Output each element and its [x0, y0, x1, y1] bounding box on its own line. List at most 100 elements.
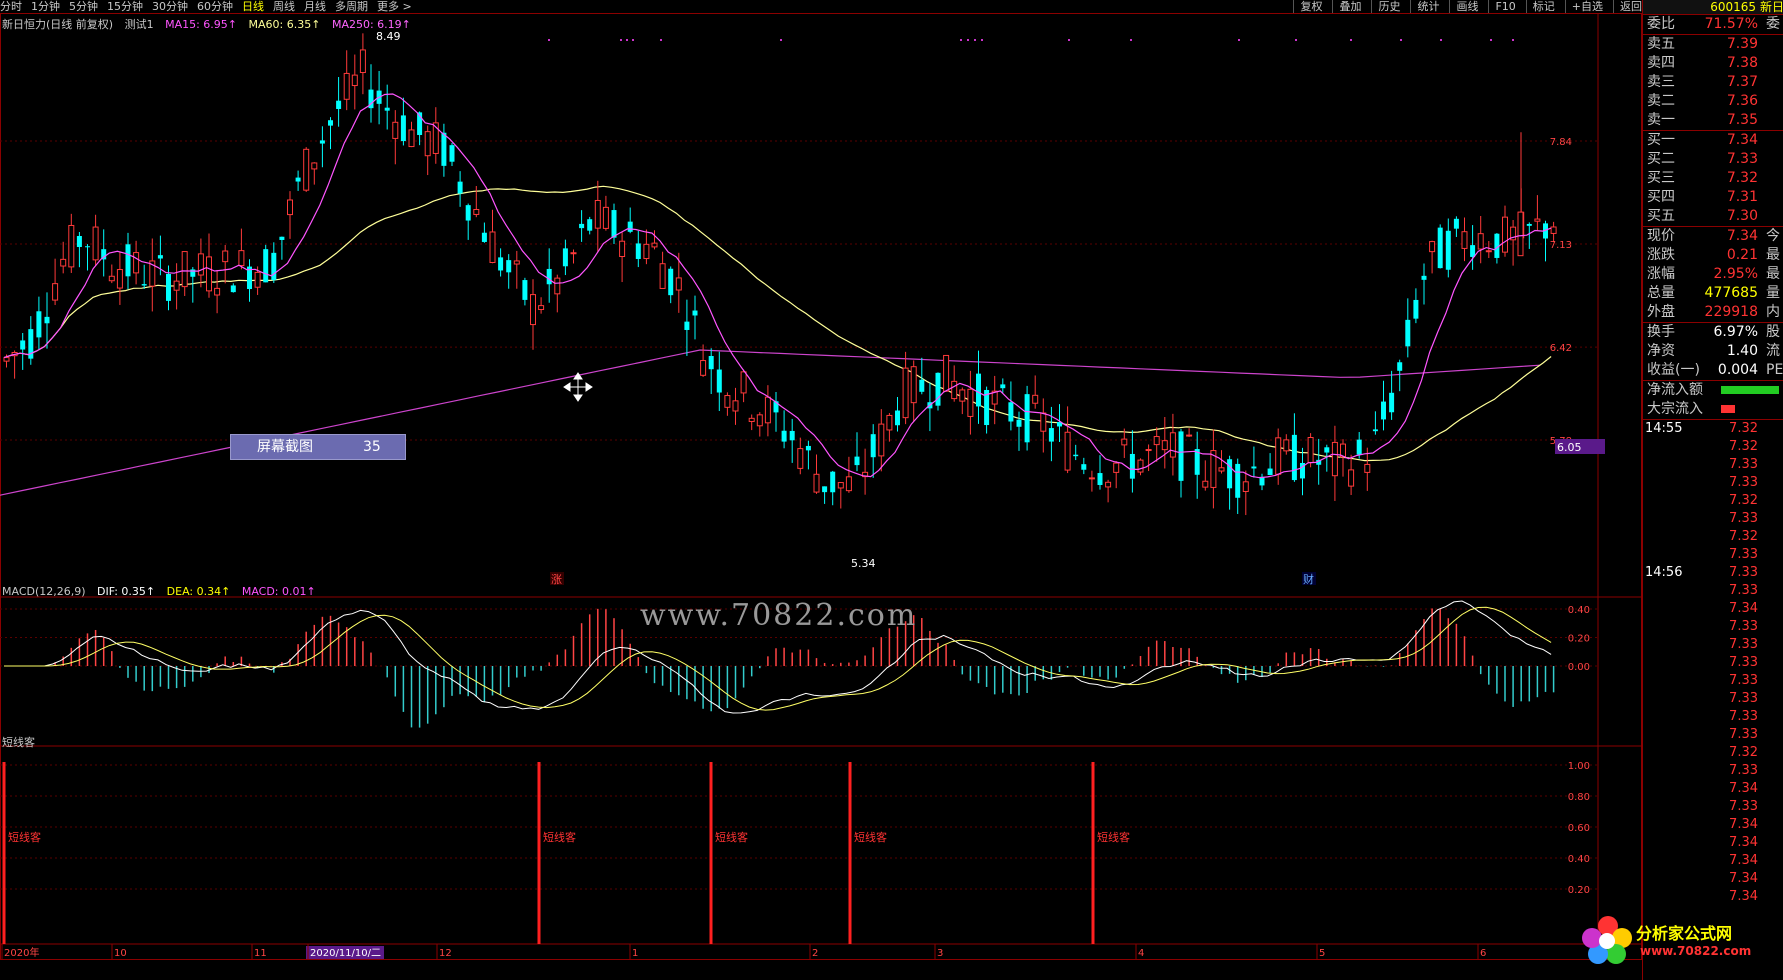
dif-value: DIF: 0.35↑	[97, 585, 156, 598]
ma60-line	[3, 185, 1552, 462]
stats-list: 换手 6.97% 股净资 1.40 流收益(一) 0.004 PE	[1643, 322, 1783, 380]
cai-marker: 财	[1303, 572, 1314, 586]
tick-row: 7.33	[1729, 709, 1758, 724]
stats-row: 净资 1.40 流	[1647, 343, 1780, 359]
toolbar-action-0[interactable]: 复权	[1293, 0, 1323, 13]
short-info-line: 短线客	[2, 734, 43, 750]
tick-row: 7.32	[1729, 439, 1758, 454]
period-tab-3[interactable]: 15分钟	[107, 0, 143, 13]
tick-row: 7.33	[1729, 763, 1758, 778]
macd-value: MACD: 0.01↑	[241, 585, 316, 598]
date-tick: 2020年	[4, 946, 39, 959]
short-axis: 1.00 0.80 0.60 0.40 0.20	[1568, 761, 1590, 896]
zhang-marker: 涨	[551, 573, 562, 586]
bids-row: 买二 7.33	[1647, 151, 1758, 167]
stock-name-fragment: 新日	[1760, 0, 1783, 14]
tick-row: 14:56 7.33	[1645, 565, 1758, 580]
block-inflow-bar	[1721, 405, 1735, 413]
macd-title[interactable]: MACD(12,26,9)	[2, 585, 86, 598]
asks-row: 卖四 7.38	[1647, 55, 1758, 71]
tick-row: 7.34	[1729, 835, 1758, 850]
price-tick: 7.84	[1550, 137, 1572, 148]
quote-row: 涨跌 0.21 最	[1647, 247, 1780, 263]
asks-row: 卖二 7.36	[1647, 93, 1758, 109]
net-inflow-row: 净流入额	[1643, 381, 1783, 400]
period-tab-6[interactable]: 日线	[242, 0, 264, 13]
toolbar-action-7[interactable]: +自选	[1564, 0, 1603, 13]
bids-row: 买一 7.34	[1647, 132, 1758, 148]
stock-code: 600165	[1710, 0, 1756, 14]
tooltip-value: 35	[363, 439, 381, 455]
macd-axis: 0.40 0.20 0.00	[1568, 605, 1590, 673]
period-tab-5[interactable]: 60分钟	[197, 0, 233, 13]
period-tab-9[interactable]: 多周期	[335, 0, 368, 13]
short-tick: 0.60	[1568, 823, 1590, 834]
stats-row: 换手 6.97% 股	[1647, 324, 1780, 340]
period-tab-1[interactable]: 1分钟	[31, 0, 60, 13]
date-tick: 3	[937, 948, 943, 959]
date-tick: 2	[812, 948, 818, 959]
chart-area[interactable]: 7.847.136.425.78 0.400.200.00 1.00 0.80 0.…	[0, 13, 1642, 980]
tooltip-label: 屏幕截图	[257, 439, 313, 455]
webi-row: 委比 71.57% 委	[1643, 14, 1783, 34]
date-axis: 2020年 10 11 2020/11/10/二 12 1 2 3 4 5 6	[1, 944, 1486, 959]
asks-row: 卖三 7.37	[1647, 74, 1758, 90]
toolbar-action-1[interactable]: 叠加	[1332, 0, 1362, 13]
tick-list[interactable]: 14:55 7.32 7.32 7.33 7.33 7.32 7.33 7.32 7.33 14:…	[1643, 419, 1783, 906]
ma15-value: MA15: 6.95↑	[165, 18, 238, 31]
tick-row: 7.33	[1729, 511, 1758, 526]
period-tab-0[interactable]: 分时	[0, 0, 22, 13]
toolbar-action-3[interactable]: 统计	[1410, 0, 1440, 13]
signal-dots	[548, 39, 1514, 41]
net-inflow-bar	[1721, 386, 1779, 394]
toolbar-action-2[interactable]: 历史	[1371, 0, 1401, 13]
stats-row: 收益(一) 0.004 PE	[1647, 362, 1783, 378]
svg-text:5.34: 5.34	[851, 557, 876, 570]
bids-row: 买三 7.32	[1647, 170, 1758, 186]
period-tab-4[interactable]: 30分钟	[152, 0, 188, 13]
toolbar-action-5[interactable]: F10	[1488, 0, 1516, 13]
short-tick: 0.20	[1568, 885, 1590, 896]
tick-row: 7.33	[1729, 655, 1758, 670]
bids-row: 买五 7.30	[1647, 208, 1758, 224]
main-info-line: 新日恒力(日线 前复权) 测试1 MA15: 6.95↑ MA60: 6.35↑…	[2, 16, 419, 32]
quote-row: 总量 477685 量	[1647, 285, 1780, 301]
tick-row: 7.32	[1729, 493, 1758, 508]
short-signal-label: 短线客	[715, 831, 748, 844]
macd-info-line: MACD(12,26,9) DIF: 0.35↑ DEA: 0.34↑ MACD…	[2, 585, 324, 598]
period-tab-2[interactable]: 5分钟	[69, 0, 98, 13]
block-inflow-row: 大宗流入	[1643, 400, 1783, 419]
short-tick: 1.00	[1568, 761, 1590, 772]
tick-row: 7.34	[1729, 781, 1758, 796]
period-tab-10[interactable]: 更多 >	[377, 0, 412, 13]
tick-row: 7.33	[1729, 637, 1758, 652]
site-logo: 分析家公式网 www.70822.com	[1578, 910, 1778, 970]
asks-row: 卖一 7.35	[1647, 112, 1758, 128]
date-tick: 4	[1138, 948, 1144, 959]
tick-row: 7.34	[1729, 601, 1758, 616]
code-header: 600165 新日	[1643, 0, 1783, 14]
tick-row: 7.34	[1729, 817, 1758, 832]
toolbar-action-4[interactable]: 画线	[1449, 0, 1479, 13]
tick-row: 7.33	[1729, 619, 1758, 634]
current-price-label: 6.05	[1557, 441, 1582, 454]
period-tab-7[interactable]: 周线	[273, 0, 295, 13]
ask-list: 卖五 7.39 卖四 7.38 卖三 7.37 卖二 7.36 卖一 7.35	[1643, 34, 1783, 130]
stock-title: 新日恒力(日线 前复权)	[2, 18, 114, 31]
short-tick: 0.80	[1568, 792, 1590, 803]
toolbar-action-8[interactable]: 返回	[1613, 0, 1642, 13]
indicator-name[interactable]: 测试1	[125, 18, 154, 31]
quote-panel: 600165 新日 委比 71.57% 委 卖五 7.39 卖四 7.38 卖三 7.37…	[1642, 0, 1783, 980]
bids-row: 买四 7.31	[1647, 189, 1758, 205]
ma250-value: MA250: 6.19↑	[331, 18, 411, 31]
short-signal-label: 短线客	[854, 831, 887, 844]
tick-row: 14:55 7.32	[1645, 421, 1758, 436]
flower-logo-icon	[1582, 916, 1632, 964]
date-tick: 11	[254, 948, 267, 959]
short-title[interactable]: 短线客	[2, 736, 35, 749]
macd-tick: 0.40	[1568, 605, 1590, 616]
toolbar-action-6[interactable]: 标记	[1525, 0, 1555, 13]
price-axis: 7.847.136.425.78	[1550, 137, 1572, 447]
quote-row: 涨幅 2.95% 最	[1647, 266, 1780, 282]
period-tab-8[interactable]: 月线	[304, 0, 326, 13]
